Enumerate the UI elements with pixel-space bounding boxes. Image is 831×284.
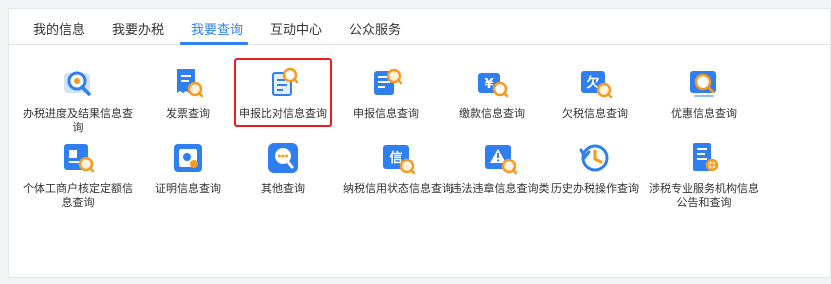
declaration-compare-icon	[272, 67, 299, 96]
tab-handle-tax[interactable]: 我要办税	[112, 19, 164, 38]
tab-bar: 我的信息 我要办税 我要查询 互动中心 公众服务	[9, 9, 830, 45]
item-label: 个体工商户核定定额信息查询	[23, 182, 133, 209]
query-item-agency[interactable]: 涉税专业服务机构信息公告和查询	[649, 140, 759, 210]
query-item-certificate[interactable]: 证明信息查询	[133, 140, 243, 196]
item-label: 欠税信息查询	[562, 107, 628, 120]
query-item-progress[interactable]: 办税进度及结果信息查询	[23, 65, 133, 135]
item-label: 缴款信息查询	[459, 107, 525, 120]
query-item-violation[interactable]: 违法违章信息查询类	[445, 140, 555, 196]
history-icon	[579, 144, 609, 172]
agency-search-icon	[693, 143, 719, 172]
query-item-business-quota[interactable]: 个体工商户核定定额信息查询	[23, 140, 133, 210]
item-label: 办税进度及结果信息查询	[23, 107, 133, 134]
active-tab-indicator	[180, 42, 248, 45]
declaration-search-icon	[374, 68, 403, 95]
invoice-search-icon	[177, 69, 204, 98]
query-item-preferential[interactable]: 优惠信息查询	[649, 65, 759, 121]
business-quota-icon	[64, 144, 95, 173]
arrears-search-icon: 欠	[581, 71, 613, 99]
yuan-glyph: ¥	[484, 77, 493, 92]
query-item-arrears[interactable]: 欠 欠税信息查询	[540, 65, 650, 121]
tab-query[interactable]: 我要查询	[191, 19, 243, 38]
query-item-payment[interactable]: ¥ 缴款信息查询	[437, 65, 547, 121]
query-item-declaration-compare[interactable]: 申报比对信息查询	[228, 65, 338, 121]
other-search-icon	[268, 143, 298, 173]
item-label: 其他查询	[261, 182, 305, 195]
violation-search-icon	[485, 145, 518, 175]
tab-my-info[interactable]: 我的信息	[33, 19, 85, 38]
item-label: 发票查询	[166, 107, 210, 120]
item-label: 涉税专业服务机构信息公告和查询	[649, 182, 759, 209]
progress-search-icon	[64, 71, 91, 96]
payment-search-icon: ¥	[478, 73, 509, 98]
credit-status-icon: 信	[383, 145, 416, 175]
item-label: 优惠信息查询	[671, 107, 737, 120]
query-item-declaration[interactable]: 申报信息查询	[331, 65, 441, 121]
tab-public-service[interactable]: 公众服务	[349, 19, 401, 38]
item-label: 证明信息查询	[155, 182, 221, 195]
query-panel: 我的信息 我要办税 我要查询 互动中心 公众服务 办税进度及结果信息查询 发票查…	[8, 8, 831, 278]
item-label: 申报比对信息查询	[239, 107, 327, 120]
item-label: 违法违章信息查询类	[450, 182, 550, 195]
preferential-search-icon	[690, 71, 716, 97]
query-item-invoice[interactable]: 发票查询	[133, 65, 243, 121]
item-label: 申报信息查询	[353, 107, 419, 120]
item-label: 纳税信用状态信息查询	[343, 182, 453, 195]
tab-interaction-center[interactable]: 互动中心	[270, 19, 322, 38]
query-item-history[interactable]: 历史办税操作查询	[540, 140, 650, 196]
item-label: 历史办税操作查询	[551, 182, 639, 195]
query-item-credit-status[interactable]: 信 纳税信用状态信息查询	[343, 140, 453, 196]
query-item-other[interactable]: 其他查询	[228, 140, 338, 196]
certificate-search-icon	[174, 144, 202, 172]
